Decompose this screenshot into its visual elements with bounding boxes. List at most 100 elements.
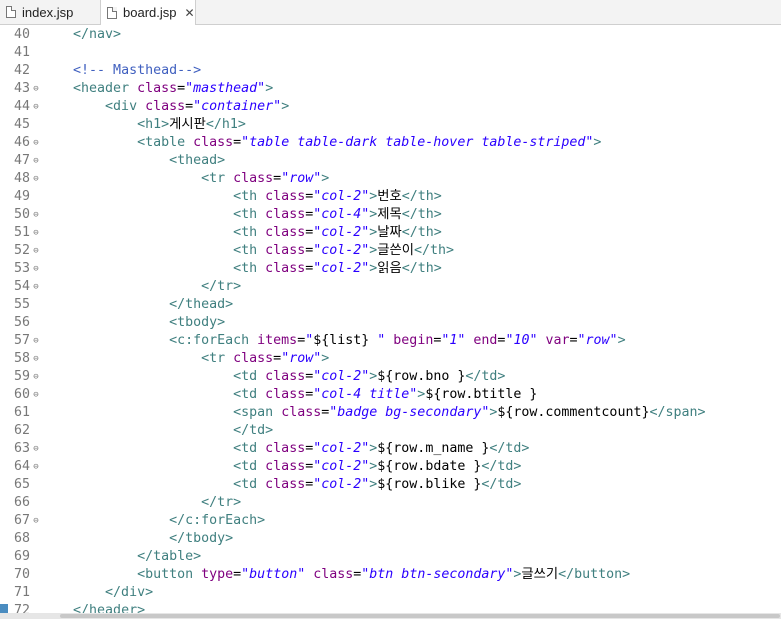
code-line[interactable]: 41 [0,44,781,62]
code-line[interactable]: 66 </tr> [0,494,781,512]
code-token: ${row.blike } [377,477,482,492]
code-token: </th> [401,189,442,204]
code-text: <td class="col-2">${row.m_name }</td> [41,440,529,458]
code-line[interactable]: 48 ⊖ <tr class="row"> [0,170,781,188]
code-line[interactable]: 44 ⊖ <div class="container"> [0,98,781,116]
code-token: class [313,567,354,582]
code-token: <div [105,99,146,114]
code-token: = [177,81,186,96]
code-token: "col-2" [313,369,370,384]
code-line[interactable]: 55 </thead> [0,296,781,314]
code-line[interactable]: 68 </tbody> [0,530,781,548]
code-line[interactable]: 67 ⊖ </c:forEach> [0,512,781,530]
line-number: 45 [13,117,30,132]
code-line[interactable]: 70 <button type="button" class="btn btn-… [0,566,781,584]
code-text: <td class="col-2">${row.blike }</td> [41,476,521,494]
code-token: class [265,207,306,222]
code-line[interactable]: 72 </header> [0,602,781,613]
code-token: <header [73,81,138,96]
line-number: 69 [13,549,30,564]
code-line[interactable]: 63 ⊖ <td class="col-2">${row.m_name }</td… [0,440,781,458]
code-text: <td class="col-2">${row.bno }</td> [41,368,505,386]
code-token: "1" [441,333,466,348]
code-token: </h1> [205,117,246,132]
code-token: <table [137,135,194,150]
code-line[interactable]: 60 ⊖ <td class="col-4 title">${row.btitle… [0,386,781,404]
code-token: "table table-dark table-hover table-stri… [241,135,594,150]
code-token: > [265,81,274,96]
code-token: </th> [401,207,442,222]
code-token: = [185,99,194,114]
code-text: <h1>게시판</h1> [41,116,246,134]
code-line[interactable]: 62 </td> [0,422,781,440]
overview-ruler-marker [0,604,8,613]
line-number: 50 [13,207,30,222]
code-line[interactable]: 56 <tbody> [0,314,781,332]
line-number: 63 [13,441,30,456]
code-token: 제목 [377,207,402,222]
code-text: </tr> [41,494,241,512]
code-text: <th class="col-2">번호</th> [41,188,442,206]
code-token: "badge bg-secondary" [329,405,490,420]
code-token: </tbody> [169,531,234,546]
tab-label: index.jsp [22,4,74,20]
code-line[interactable]: 64 ⊖ <td class="col-2">${row.bdate }</td> [0,458,781,476]
line-number: 66 [13,495,30,510]
code-text: <!-- Masthead--> [41,62,201,80]
tab-board-jsp[interactable]: board.jsp ✕ [100,0,196,25]
line-number: 65 [13,477,30,492]
code-line[interactable]: 46 ⊖ <table class="table table-dark table… [0,134,781,152]
code-line[interactable]: 45 <h1>게시판</h1> [0,116,781,134]
code-token: <button [137,567,202,582]
line-number: 56 [13,315,30,330]
code-token: </tr> [201,279,242,294]
code-token: > [321,351,330,366]
code-line[interactable]: 65 <td class="col-2">${row.blike }</td> [0,476,781,494]
code-token: "col-2" [313,477,370,492]
code-line[interactable]: 47 ⊖ <thead> [0,152,781,170]
code-text: <thead> [41,152,225,170]
close-icon[interactable]: ✕ [184,6,194,20]
code-line[interactable]: 43 ⊖ <header class="masthead"> [0,80,781,98]
code-token: > [617,333,626,348]
code-token: "col-2" [313,243,370,258]
code-token: "col-2" [313,459,370,474]
code-token: </div> [105,585,154,600]
scrollbar-thumb[interactable] [60,614,780,618]
code-line[interactable]: 71 </div> [0,584,781,602]
code-token: <th [233,189,266,204]
code-line[interactable]: 61 <span class="badge bg-secondary">${ro… [0,404,781,422]
tab-index-jsp[interactable]: index.jsp [0,0,95,24]
code-token: = [273,351,282,366]
code-line[interactable]: 58 ⊖ <tr class="row"> [0,350,781,368]
code-text: <th class="col-2">글쓴이</th> [41,242,454,260]
code-line[interactable]: 40 </nav> [0,26,781,44]
code-line[interactable]: 51 ⊖ <th class="col-2">날짜</th> [0,224,781,242]
code-line[interactable]: 53 ⊖ <th class="col-2">읽음</th> [0,260,781,278]
code-token: "10" [505,333,538,348]
code-line[interactable]: 59 ⊖ <td class="col-2">${row.bno }</td> [0,368,781,386]
line-number: 49 [13,189,30,204]
code-line[interactable]: 52 ⊖ <th class="col-2">글쓴이</th> [0,242,781,260]
code-token: 읽음 [377,261,402,276]
code-token: <tbody> [169,315,226,330]
code-line[interactable]: 42 <!-- Masthead--> [0,62,781,80]
code-token: </tr> [201,495,242,510]
code-line[interactable]: 54 ⊖ </tr> [0,278,781,296]
code-text: </div> [41,584,153,602]
code-line[interactable]: 49 <th class="col-2">번호</th> [0,188,781,206]
code-text: </tbody> [41,530,233,548]
code-token: "col-4 title" [313,387,418,402]
code-token: = [273,171,282,186]
code-line[interactable]: 50 ⊖ <th class="col-4">제목</th> [0,206,781,224]
code-line[interactable]: 57 ⊖ <c:forEach items="${list} " begin="1… [0,332,781,350]
code-editor[interactable]: 40 </nav> 41 42 <!-- Masthead--> 43 ⊖ <heade… [0,26,781,613]
code-line[interactable]: 69 </table> [0,548,781,566]
